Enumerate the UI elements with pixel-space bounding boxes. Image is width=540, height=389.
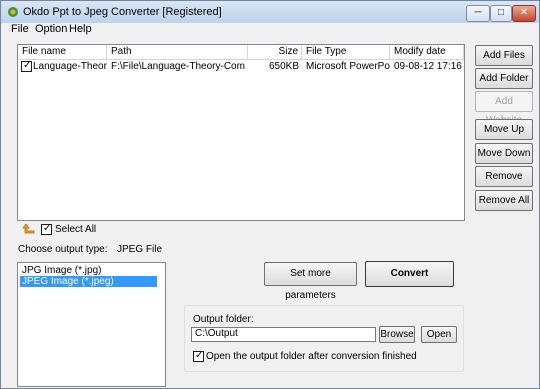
cell-size: 650KB (268, 61, 299, 72)
list-item[interactable]: JPEG Image (*.jpeg) (20, 276, 157, 287)
table-row[interactable]: ✓ Language-Theory-C... F:\File\Language-… (18, 60, 464, 73)
window-title: Okdo Ppt to Jpeg Converter [Registered] (23, 6, 222, 18)
column-modify-date[interactable]: Modify date (390, 45, 464, 59)
column-path[interactable]: Path (107, 45, 248, 59)
set-more-parameters-button[interactable]: Set more parameters (264, 262, 357, 301)
close-button[interactable]: ✕ (512, 5, 536, 22)
browse-button[interactable]: Browse (379, 326, 415, 343)
add-files-button[interactable]: Add Files (475, 45, 533, 66)
cell-path: F:\File\Language-Theory-Combiantiori... (111, 61, 245, 72)
menu-bar: File Option Help (1, 23, 539, 36)
up-folder-icon[interactable] (22, 223, 36, 235)
column-file-type[interactable]: File Type (302, 45, 390, 59)
add-website-button[interactable]: Add Website (475, 91, 533, 126)
convert-button[interactable]: Convert (365, 261, 454, 287)
open-after-label[interactable]: Open the output folder after conversion … (206, 351, 417, 362)
move-up-button[interactable]: Move Up (475, 119, 533, 140)
output-type-prefix: Choose output type: (18, 244, 108, 255)
menu-option[interactable]: Option (35, 23, 67, 35)
minimize-button[interactable]: ─ (466, 5, 490, 22)
checkmark-icon: ✓ (195, 350, 204, 361)
select-all-checkbox[interactable]: ✓ (41, 223, 52, 235)
remove-file-button[interactable]: Remove File (475, 166, 533, 201)
cell-file-name: Language-Theory-C... (33, 61, 107, 72)
cell-file-type: Microsoft PowerPoint ... (306, 61, 390, 72)
checkmark-icon: ✓ (43, 223, 52, 234)
row-checkbox[interactable]: ✓ (21, 60, 32, 72)
file-list-header: File name Path Size File Type Modify dat… (18, 45, 464, 60)
add-folder-button[interactable]: Add Folder (475, 68, 533, 89)
column-file-name[interactable]: File name (18, 45, 107, 59)
maximize-button[interactable]: □ (490, 5, 512, 22)
cell-modify-date: 09-08-12 17:16 (394, 61, 462, 72)
select-all-label[interactable]: Select All (55, 224, 96, 235)
list-item[interactable]: JPG Image (*.jpg) (20, 265, 157, 276)
remove-all-button[interactable]: Remove All (475, 190, 533, 211)
menu-help[interactable]: Help (69, 23, 92, 35)
open-folder-button[interactable]: Open (421, 326, 457, 343)
open-after-checkbox[interactable]: ✓ (193, 350, 204, 362)
output-type-list[interactable]: JPG Image (*.jpg) JPEG Image (*.jpeg) (17, 262, 166, 387)
title-bar: Okdo Ppt to Jpeg Converter [Registered] … (1, 1, 539, 23)
output-folder-label: Output folder: (193, 314, 254, 325)
output-type-value: JPEG File (117, 244, 163, 255)
column-size[interactable]: Size (248, 45, 302, 59)
move-down-button[interactable]: Move Down (475, 143, 533, 164)
menu-file[interactable]: File (11, 23, 29, 35)
output-folder-group: Output folder: C:\Output Browse Open ✓ O… (184, 305, 464, 372)
app-logo-icon (8, 7, 18, 17)
output-folder-input[interactable]: C:\Output (191, 327, 376, 342)
app-window: Okdo Ppt to Jpeg Converter [Registered] … (0, 0, 540, 389)
checkmark-icon: ✓ (23, 60, 32, 71)
file-list[interactable]: File name Path Size File Type Modify dat… (17, 44, 465, 221)
